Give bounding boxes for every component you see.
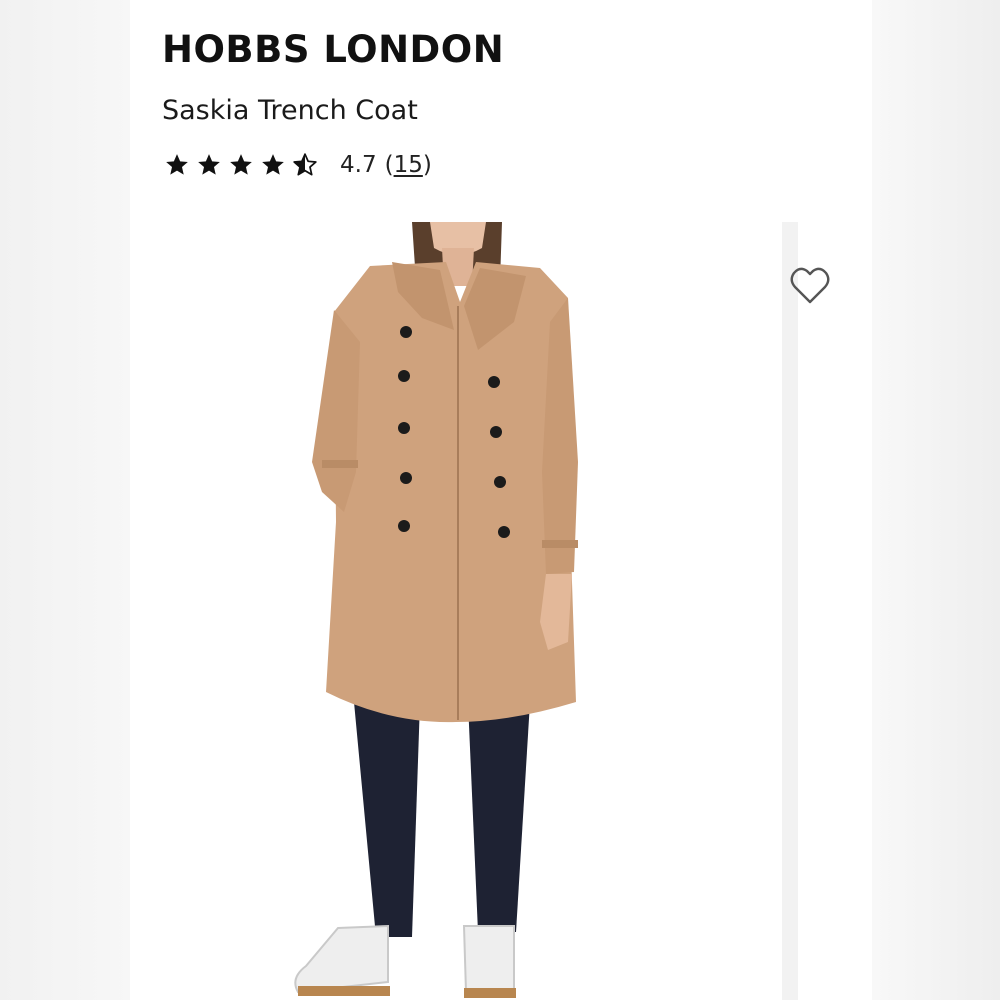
star-icon bbox=[230, 154, 252, 175]
coat-button bbox=[400, 472, 412, 484]
coat-cuff-left bbox=[322, 460, 358, 468]
heart-outline-icon bbox=[790, 267, 830, 304]
shoe-sole-left bbox=[298, 986, 390, 996]
rating-summary[interactable]: 4.7 (15) bbox=[164, 148, 432, 182]
close-paren: ) bbox=[422, 152, 432, 178]
coat-cuff-right bbox=[542, 540, 578, 548]
model-leg-right bbox=[468, 702, 530, 932]
coat-button bbox=[398, 520, 410, 532]
coat-sleeve-left bbox=[312, 310, 360, 512]
review-count[interactable]: 15 bbox=[394, 152, 423, 178]
brand-name[interactable]: HOBBS LONDON bbox=[162, 28, 504, 72]
coat-button bbox=[490, 426, 502, 438]
product-image[interactable] bbox=[130, 222, 785, 1000]
model-leg-left bbox=[354, 702, 420, 937]
model-hand-right bbox=[540, 574, 572, 650]
rating-score: 4.7 bbox=[340, 152, 377, 178]
product-title: Saskia Trench Coat bbox=[162, 95, 418, 126]
coat-button bbox=[398, 370, 410, 382]
left-margin bbox=[0, 0, 130, 1000]
shoe-left bbox=[294, 924, 389, 994]
shoe-sole-right bbox=[464, 988, 516, 998]
coat-button bbox=[400, 326, 412, 338]
star-icon bbox=[198, 154, 220, 175]
coat-body bbox=[326, 262, 576, 723]
coat-button bbox=[398, 422, 410, 434]
review-count-link[interactable]: (15) bbox=[385, 152, 432, 178]
shoe-right bbox=[462, 925, 515, 994]
favorite-button[interactable] bbox=[786, 262, 834, 310]
right-margin bbox=[872, 0, 1000, 1000]
star-icon bbox=[166, 154, 188, 175]
coat-button bbox=[494, 476, 506, 488]
coat-button bbox=[498, 526, 510, 538]
image-carousel-edge bbox=[782, 222, 798, 1000]
half-star-icon bbox=[293, 153, 317, 176]
star-icon bbox=[262, 154, 284, 175]
coat-button bbox=[488, 376, 500, 388]
model-photo bbox=[294, 222, 578, 998]
product-panel: HOBBS LONDON Saskia Trench Coat 4.7 (15) bbox=[130, 0, 872, 1000]
open-paren: ( bbox=[384, 152, 394, 178]
